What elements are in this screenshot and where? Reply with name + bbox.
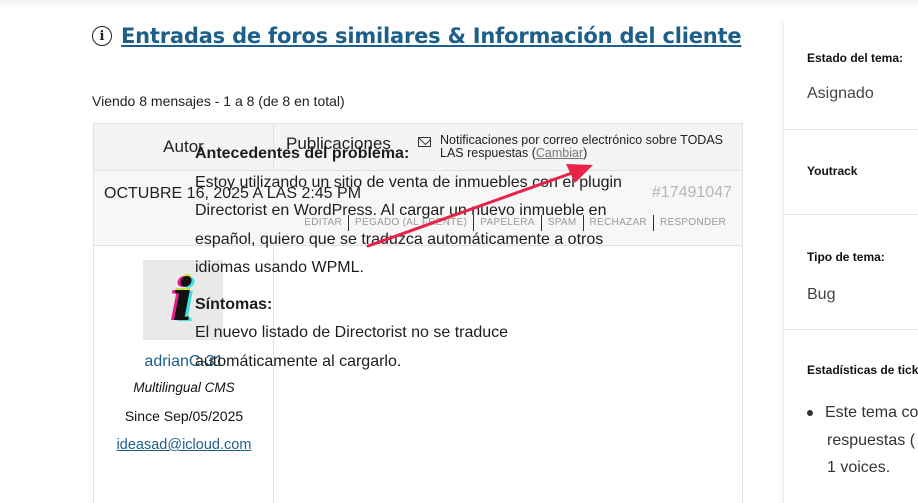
youtrack-section: Youtrack [784,130,918,215]
background-heading: Antecedentes del problema: [195,145,410,162]
viewing-count: Viendo 8 mensajes - 1 a 8 (de 8 en total… [92,93,345,109]
post-content: Antecedentes del problema: Estoy utiliza… [195,140,635,384]
bullet-icon [807,409,813,416]
stats-item: Este tema co [807,399,918,427]
status-value[interactable]: Asignado [807,85,874,103]
type-section: Tipo de tema: Bug [784,215,918,330]
type-label: Tipo de tema: [807,250,885,264]
top-shadow [0,0,918,10]
status-label: Estado del tema: [807,51,904,65]
similar-topics-link[interactable]: Entradas de foros similares & Informació… [121,24,742,48]
stats-label: Estadísticas de tick [807,363,918,377]
symptoms-text: El nuevo listado de Directorist no se tr… [195,324,509,370]
stats-list: Este tema co respuestas ( 1 voices. [807,399,918,482]
topic-sidebar: Estado del tema: Asignado Youtrack Tipo … [783,22,918,503]
author-email-link[interactable]: ideasad@icloud.com [94,437,274,453]
youtrack-label: Youtrack [807,164,858,178]
info-icon: i [92,26,112,46]
avatar-i-icon: i [171,266,195,334]
stats-line-1: Este tema co [825,404,918,421]
symptoms-heading: Síntomas: [195,295,273,313]
stats-line-3: 1 voices. [827,459,891,476]
reply-link[interactable]: RESPONDER [652,215,732,231]
post-id-link[interactable]: #17491047 [652,184,732,202]
background-text: Estoy utilizando un sitio de venta de in… [195,173,622,277]
stats-line-2: respuestas ( [827,431,916,449]
type-value[interactable]: Bug [807,286,835,304]
section-title-row: i Entradas de foros similares & Informac… [92,24,742,48]
status-section: Estado del tema: Asignado [784,22,918,130]
author-since: Since Sep/05/2025 [124,408,244,424]
